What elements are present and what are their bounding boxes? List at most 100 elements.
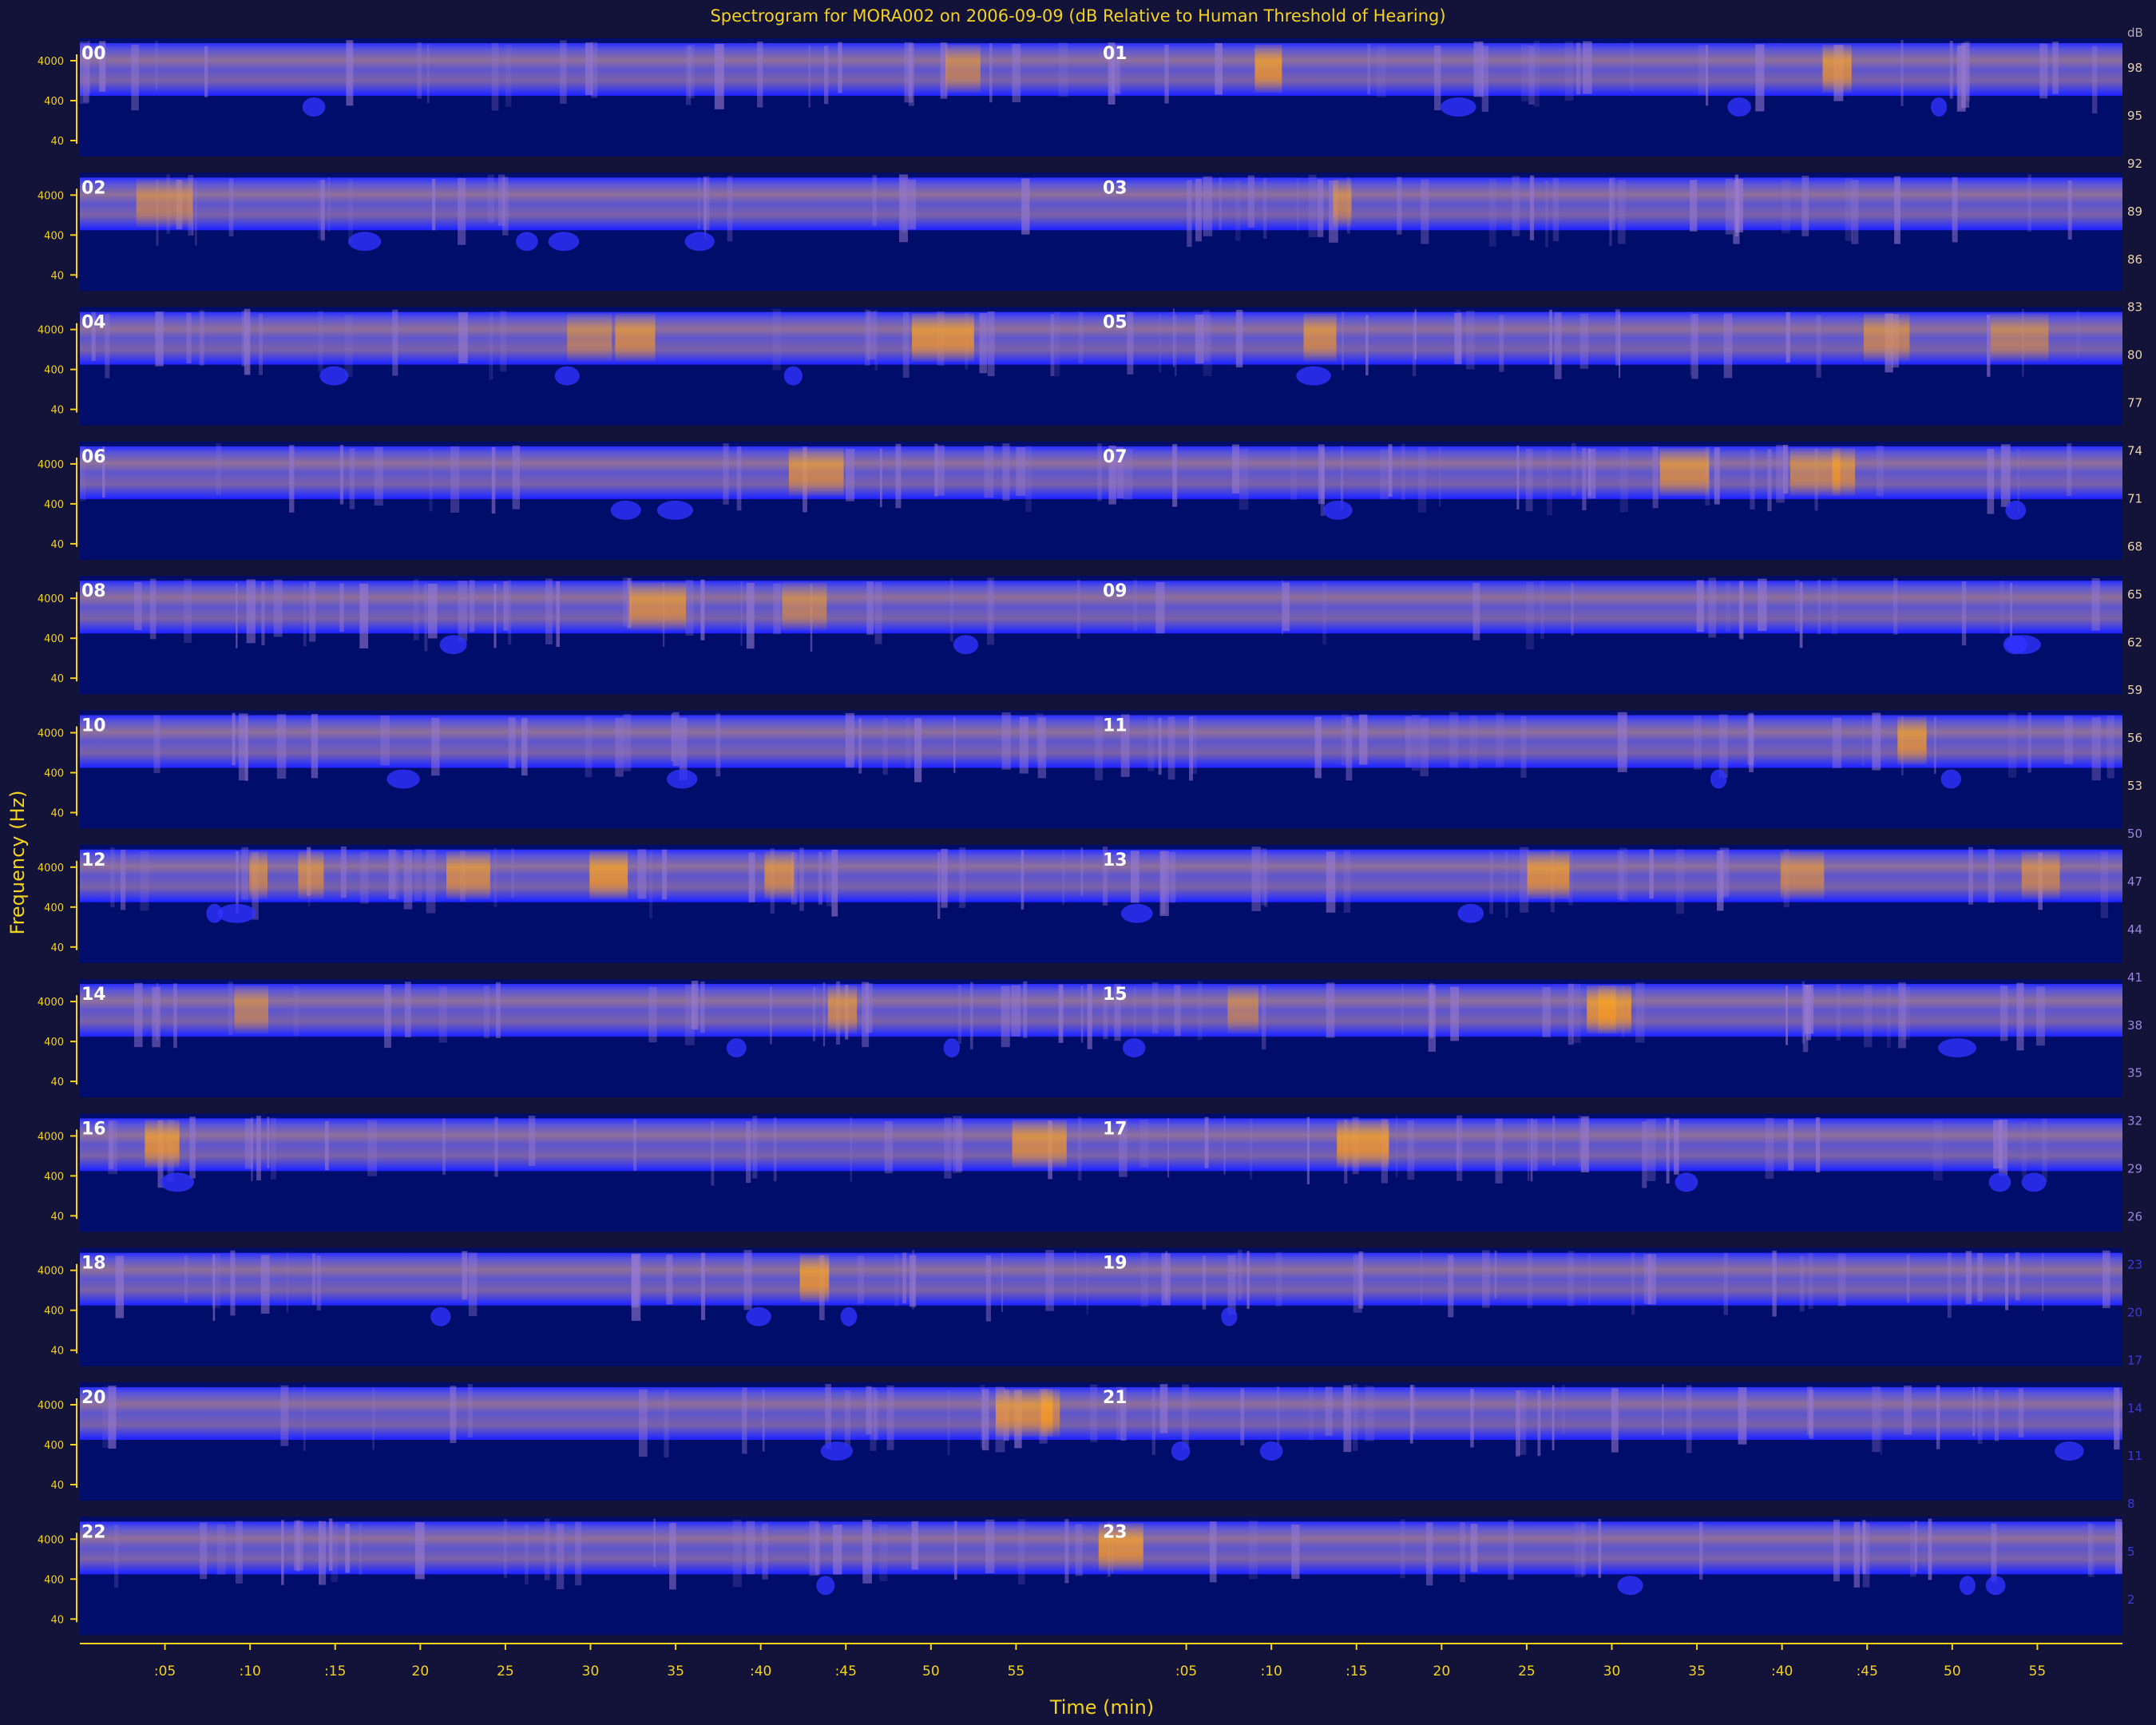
time-tick-label: 30 — [582, 1664, 600, 1679]
frequency-tick-label: 40 — [50, 405, 64, 417]
spectral-streak — [1583, 41, 1592, 94]
low-frequency-blob — [206, 903, 224, 923]
spectral-streak — [556, 581, 561, 647]
hour-label: 02 — [81, 178, 106, 198]
spectral-streak — [458, 312, 468, 364]
spectral-streak — [1429, 983, 1434, 1039]
spectral-streak — [773, 583, 781, 634]
spectrogram-row: 18 19 — [80, 1247, 2122, 1372]
spectral-streak — [216, 443, 221, 495]
spectrogram-row: 08 09 — [80, 576, 2122, 700]
time-tick-label: :05 — [154, 1664, 176, 1679]
spectral-streak — [902, 312, 910, 378]
spectral-streak — [508, 580, 512, 645]
spectral-streak — [1080, 985, 1084, 1043]
frequency-tick-label: 40 — [50, 1077, 64, 1089]
spectral-streak — [1552, 1385, 1555, 1450]
spectral-streak — [826, 851, 832, 906]
spectral-streak — [1598, 1518, 1602, 1578]
low-frequency-blob — [516, 232, 538, 252]
spectral-streak — [1054, 311, 1060, 377]
time-tick-label: :10 — [239, 1664, 260, 1679]
hour-label: 14 — [81, 985, 106, 1005]
spectral-streak — [908, 179, 917, 230]
frequency-tick-label: 400 — [44, 1306, 64, 1318]
spectral-streak — [429, 449, 433, 512]
spectral-streak — [1845, 178, 1853, 241]
spectral-streak — [886, 1385, 894, 1450]
low-frequency-blob — [820, 1441, 854, 1461]
spectral-streak — [1750, 449, 1755, 510]
spectral-streak — [241, 847, 249, 900]
spectral-streak — [1574, 1522, 1584, 1578]
spectral-streak — [1465, 310, 1475, 370]
spectral-streak — [631, 1255, 639, 1308]
spectral-streak — [1365, 315, 1369, 376]
spectral-streak — [833, 1525, 842, 1575]
time-tick-label: :40 — [1771, 1664, 1793, 1679]
spectral-streak — [348, 178, 354, 245]
spectral-streak — [909, 1255, 917, 1307]
spectral-streak — [1582, 447, 1587, 511]
high-energy-event — [1303, 313, 1337, 362]
spectral-streak — [230, 1250, 236, 1316]
spectral-streak — [1718, 714, 1728, 778]
spectral-streak — [902, 1252, 907, 1304]
frequency-tick-label: 40 — [50, 673, 64, 685]
spectral-streak — [1836, 984, 1841, 1041]
spectral-streak — [1872, 1386, 1881, 1453]
high-energy-event — [1659, 447, 1710, 496]
time-tick-label: 20 — [1433, 1664, 1451, 1679]
spectral-streak — [491, 446, 496, 514]
spectral-streak — [428, 584, 438, 639]
high-energy-event — [1527, 851, 1570, 899]
high-energy-event — [234, 985, 268, 1034]
spectral-streak — [560, 40, 567, 104]
spectral-streak — [414, 1522, 425, 1580]
spectral-streak — [1472, 582, 1480, 640]
spectral-streak — [1434, 46, 1441, 111]
spectral-streak — [2106, 715, 2114, 779]
spectral-streak — [1617, 851, 1624, 900]
spectral-streak — [296, 1520, 300, 1572]
spectral-streak — [1151, 1388, 1156, 1455]
spectral-streak — [1058, 984, 1064, 1043]
spectral-streak — [879, 1524, 888, 1582]
spectral-streak — [1454, 313, 1462, 364]
spectral-streak — [204, 46, 208, 97]
spectral-streak — [1906, 1255, 1910, 1303]
spectral-streak — [1165, 1251, 1167, 1302]
spectral-streak — [902, 180, 907, 233]
frequency-axis: 4000 400 40 — [38, 726, 77, 820]
spectral-streak — [845, 712, 854, 767]
spectral-streak — [1174, 985, 1181, 1037]
spectral-streak — [327, 176, 331, 232]
hour-label: 15 — [1103, 985, 1128, 1005]
colorbar-tick-label: 26 — [2127, 1210, 2142, 1224]
energy-band — [80, 1387, 2122, 1440]
spectral-streak — [303, 583, 307, 647]
low-frequency-blob — [943, 1038, 961, 1058]
spectral-streak — [985, 1255, 991, 1322]
spectral-streak — [1239, 448, 1249, 510]
spectral-streak — [184, 578, 192, 644]
spectral-streak — [1223, 1116, 1226, 1175]
spectral-streak — [1618, 180, 1626, 244]
spectral-streak — [1264, 851, 1268, 908]
frequency-tick-label: 4000 — [38, 1266, 64, 1278]
spectral-streak — [487, 174, 494, 223]
spectral-streak — [937, 445, 945, 496]
spectral-streak — [884, 1121, 893, 1174]
spectral-streak — [108, 1120, 117, 1175]
spectral-streak — [1414, 309, 1417, 359]
high-energy-event — [945, 45, 981, 93]
spectral-streak — [1900, 40, 1904, 106]
spectral-streak — [1077, 1116, 1082, 1181]
spectral-streak — [1886, 986, 1891, 1049]
spectral-streak — [664, 1390, 669, 1457]
spectral-streak — [1652, 446, 1659, 509]
spectral-streak — [672, 712, 680, 767]
low-frequency-blob — [302, 97, 326, 117]
spectral-streak — [339, 445, 344, 505]
high-energy-event — [136, 179, 193, 228]
